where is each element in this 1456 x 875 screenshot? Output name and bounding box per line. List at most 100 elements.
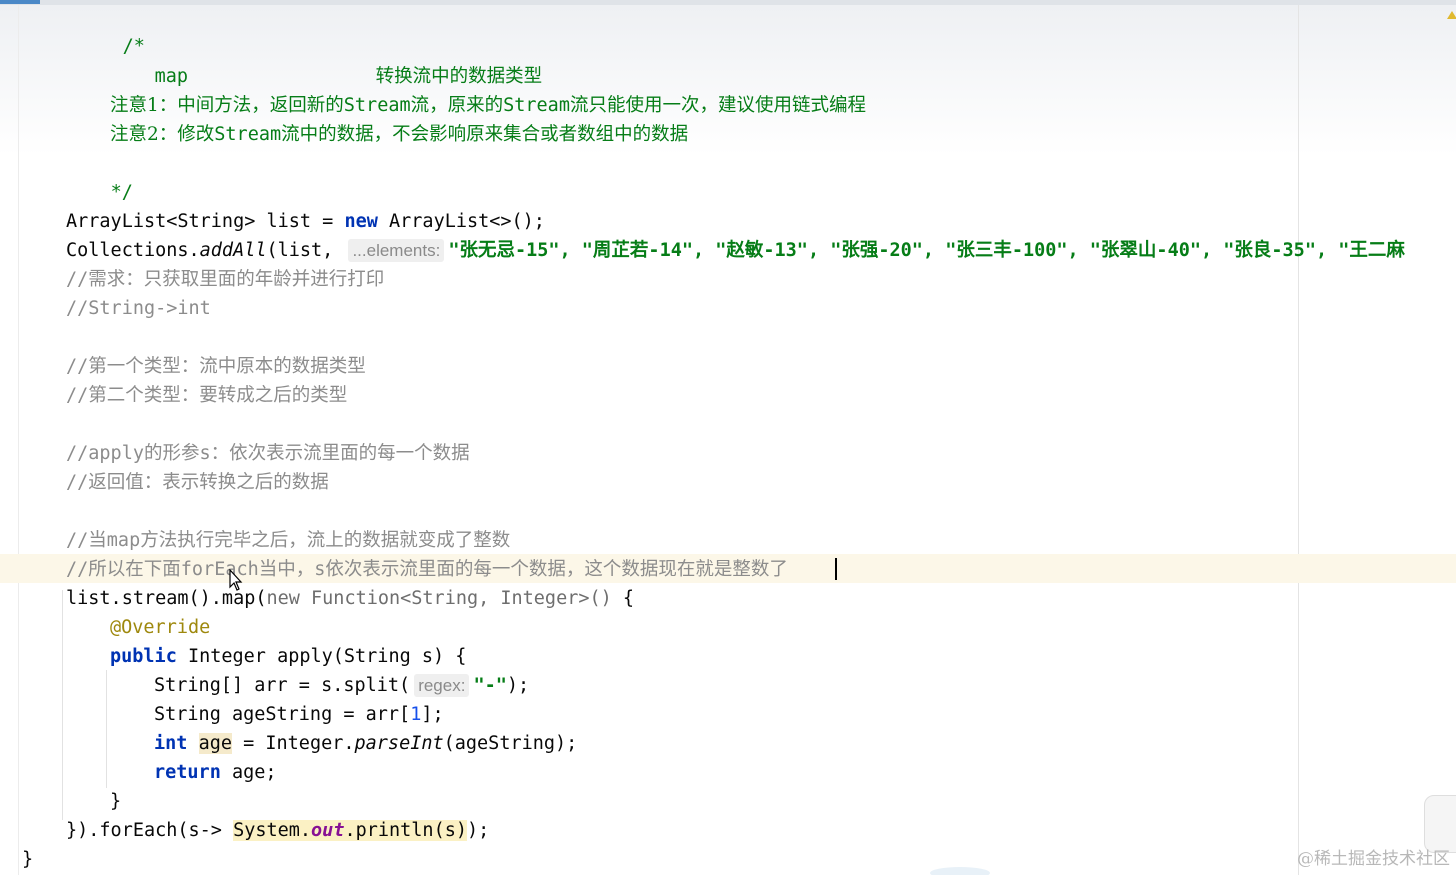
- closing-brace: }: [110, 791, 122, 812]
- code-line[interactable]: //String->int: [66, 294, 211, 323]
- code-text: String ageString = arr[: [154, 704, 411, 725]
- comment-text: 第二个类型：要转成之后的类型: [88, 385, 348, 406]
- code-text: ArrayList<>();: [377, 211, 545, 232]
- code-line[interactable]: return age;: [154, 758, 277, 787]
- code-line[interactable]: 转换流中的数据类型: [331, 33, 543, 87]
- code-line[interactable]: }: [22, 845, 33, 874]
- comment-text: s: [314, 559, 326, 580]
- code-line[interactable]: //需求：只获取里面的年龄并进行打印: [66, 265, 384, 294]
- code-line[interactable]: String ageString = arr[1];: [154, 700, 444, 729]
- keyword-return: return: [154, 762, 221, 783]
- code-text: );: [467, 820, 490, 841]
- indent-guide: [106, 670, 107, 788]
- gutter-divider: [18, 5, 19, 875]
- folded-anonymous-class[interactable]: new Function<String, Integer>(): [266, 588, 611, 609]
- comment-text: 返回值：表示转换之后的数据: [88, 472, 329, 493]
- string-literals: "张无忌-15", "周芷若-14", "赵敏-13", "张强-20", "张…: [448, 240, 1405, 261]
- code-text: .println(s): [344, 820, 467, 841]
- code-editor[interactable]: /* map 转换流中的数据类型 注意1：中间方法，返回新的Stream流，原来…: [0, 0, 1456, 875]
- comment-text: 需求：只获取里面的年龄并进行打印: [88, 269, 385, 290]
- comment-text: 的形参: [143, 443, 200, 464]
- active-tab-indicator[interactable]: [0, 0, 40, 4]
- code-line[interactable]: @Override: [110, 613, 210, 642]
- comment-text: map: [106, 530, 141, 551]
- keyword-new: new: [344, 211, 378, 232]
- decorative-blob: [930, 867, 990, 875]
- annotation-override: @Override: [110, 617, 211, 638]
- code-text: = Integer.: [231, 733, 355, 754]
- code-line[interactable]: /*: [78, 3, 145, 57]
- comment-text: 依次表示流里面的每一个数据，这个数据现在就是整数了: [325, 559, 788, 580]
- indent-guide: [62, 590, 63, 820]
- code-line-current[interactable]: //所以在下面forEach当中，s依次表示流里面的每一个数据，这个数据现在就是…: [66, 555, 788, 584]
- code-line[interactable]: Collections.addAll(list, ...elements: "张无…: [66, 236, 1405, 265]
- text-caret: [835, 558, 837, 580]
- code-text: }).forEach(s->: [66, 820, 234, 841]
- comment-text: s: [199, 443, 211, 464]
- keyword-public: public: [110, 646, 177, 667]
- comment-text: //: [66, 530, 89, 551]
- code-text: ArrayList<String> list =: [66, 211, 345, 232]
- doc-text: 注意1：中间方法，返回新的: [110, 95, 344, 116]
- mouse-pointer-icon: [229, 569, 243, 591]
- watermark-text: @稀土掘金技术社区: [1297, 849, 1450, 869]
- code-line[interactable]: */: [66, 149, 133, 203]
- comment-close: */: [110, 182, 133, 203]
- code-line[interactable]: public Integer apply(String s) {: [110, 642, 466, 671]
- code-line[interactable]: }: [110, 787, 121, 816]
- code-text: age;: [220, 762, 277, 783]
- code-text: System.: [233, 820, 312, 841]
- doc-text: 流，原来的: [410, 95, 504, 116]
- keyword-int: int: [154, 733, 188, 754]
- code-text: Integer apply(String s) {: [176, 646, 467, 667]
- doc-text: Stream: [343, 95, 411, 116]
- doc-text: 流中的数据，不会影响原来集合或者数组中的数据: [281, 124, 689, 145]
- code-line[interactable]: //第一个类型：流中原本的数据类型: [66, 352, 366, 381]
- doc-map-keyword: map: [154, 66, 188, 87]
- system-out-println-highlight[interactable]: System.out.println(s): [233, 820, 467, 841]
- code-line[interactable]: //第二个类型：要转成之后的类型: [66, 381, 347, 410]
- comment-text: 第一个类型：流中原本的数据类型: [88, 356, 366, 377]
- comment-text: 所以在下面: [88, 559, 181, 580]
- code-line[interactable]: int age = Integer.parseInt(ageString);: [154, 729, 577, 758]
- code-line[interactable]: //当map方法执行完毕之后，流上的数据就变成了整数: [66, 526, 510, 555]
- right-margin-guide: [1298, 5, 1299, 875]
- code-line[interactable]: ArrayList<String> list = new ArrayList<>…: [66, 207, 545, 236]
- code-text: (ageString);: [443, 733, 578, 754]
- comment-text: //: [66, 559, 89, 580]
- code-text: String[] arr = s.split(: [154, 675, 411, 696]
- comment-text: //String->int: [66, 298, 211, 319]
- comment-text: //: [66, 356, 89, 377]
- comment-text: 方法执行完毕之后，流上的数据就变成了整数: [140, 530, 511, 551]
- code-line[interactable]: 注意2：修改Stream流中的数据，不会影响原来集合或者数组中的数据: [110, 120, 688, 149]
- comment-text: //: [66, 269, 89, 290]
- comment-text: 当: [88, 530, 107, 551]
- method-addall: addAll: [199, 240, 267, 261]
- method-parseint: parseInt: [354, 733, 444, 754]
- comment-text: //apply: [66, 443, 144, 464]
- code-line[interactable]: map: [110, 33, 188, 87]
- code-text: (list,: [266, 240, 345, 261]
- code-line[interactable]: 注意1：中间方法，返回新的Stream流，原来的Stream流只能使用一次，建议…: [110, 91, 866, 120]
- code-text: Collections.: [66, 240, 200, 261]
- comment-text: 当中，: [258, 559, 315, 580]
- code-line[interactable]: String[] arr = s.split(regex: "-");: [154, 671, 529, 700]
- doc-text: Stream: [214, 124, 282, 145]
- code-line[interactable]: //返回值：表示转换之后的数据: [66, 468, 329, 497]
- code-line[interactable]: //apply的形参s：依次表示流里面的每一个数据: [66, 439, 470, 468]
- comment-text: ：依次表示流里面的每一个数据: [210, 443, 470, 464]
- code-line[interactable]: list.stream().map(new Function<String, I…: [66, 584, 634, 613]
- doc-map-description: 转换流中的数据类型: [375, 66, 543, 87]
- doc-text: Stream: [503, 95, 570, 116]
- comment-text: forEach: [180, 559, 259, 580]
- comment-text: //: [66, 472, 89, 493]
- param-hint-regex: regex:: [414, 674, 470, 697]
- variable-age-highlighted[interactable]: age: [198, 733, 232, 754]
- string-literal: "-": [473, 675, 507, 696]
- comment-text: //: [66, 385, 89, 406]
- doc-text: 注意2：修改: [110, 124, 215, 145]
- code-line[interactable]: }).forEach(s-> System.out.println(s));: [66, 816, 489, 845]
- field-out: out: [311, 820, 345, 841]
- warning-marker-icon[interactable]: [1447, 11, 1456, 19]
